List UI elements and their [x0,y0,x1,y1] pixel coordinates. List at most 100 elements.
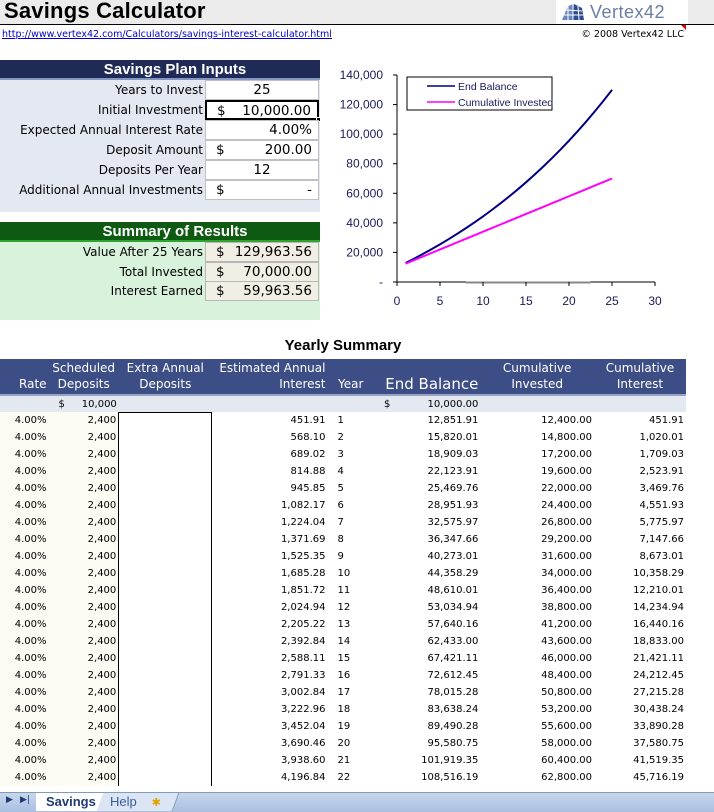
end-balance-cell: 78,015.28 [373,684,481,701]
header-line2: Deposits [139,377,192,391]
estimated-annual-interest-cell: 1,685.28 [211,565,328,582]
input-row: Additional Annual Investments $ - [0,180,320,200]
rate-cell: 4.00% [0,769,49,786]
end-balance-cell: 101,919.35 [373,752,481,769]
table-row: 4.00% 2,400 2,588.11 15 67,421.11 46,000.00 21… [0,650,686,667]
cumulative-invested-cell: 60,400.00 [480,752,594,769]
result-cell[interactable]: $70,000.00 [205,261,319,282]
extra-annual-deposits-cell[interactable] [118,684,213,701]
extra-annual-deposits-cell[interactable] [118,599,213,616]
scheduled-deposits-cell: 2,400 [48,497,119,514]
insert-sheet-tab[interactable]: ✱ [138,793,180,811]
rate-cell: 4.00% [0,701,49,718]
column-header-extra-annual-deposits[interactable]: Extra Annual Deposits [118,359,212,395]
cumulative-invested-cell: 55,600.00 [480,718,594,735]
header-line1: Cumulative [605,361,675,375]
extra-annual-deposits-cell[interactable] [118,514,213,531]
column-header-rate[interactable]: Rate [0,359,49,395]
extra-annual-deposits-cell[interactable] [118,531,213,548]
currency-symbol: $ [217,103,226,119]
sheet-tab-savings[interactable]: Savings [36,793,107,811]
extra-annual-deposits-cell[interactable] [118,411,213,429]
cumulative-interest-cell: 37,580.75 [594,735,686,752]
scheduled-deposits-cell: 2,400 [48,769,119,786]
cumulative-interest-cell: 27,215.28 [594,684,686,701]
extra-annual-deposits-cell[interactable] [118,446,213,463]
end-balance-cell: 89,490.28 [373,718,481,735]
year-cell: 22 [327,769,374,786]
input-cell[interactable]: 25 [205,80,319,100]
x-tick-label: 30 [648,294,662,308]
input-cell[interactable]: $ - [205,180,319,200]
extra-annual-deposits-cell[interactable] [118,752,213,769]
estimated-annual-interest-cell: 1,224.04 [211,514,328,531]
column-header-cumulative-invested[interactable]: Cumulative Invested [480,359,594,395]
column-header-scheduled-deposits[interactable]: Scheduled Deposits [48,359,119,395]
extra-annual-deposits-cell[interactable] [118,769,213,786]
result-cell[interactable]: $129,963.56 [205,242,319,262]
summary-of-results-panel: Summary of Results Value After 25 Years $… [0,222,320,320]
input-cell[interactable]: 4.00% [205,120,319,140]
scheduled-deposits-cell: 2,400 [48,633,119,650]
rate-cell: 4.00% [0,718,49,735]
result-cell[interactable]: $59,963.56 [205,281,319,301]
header-line2: Invested [511,377,563,391]
column-header-cumulative-interest[interactable]: Cumulative Interest [594,359,686,395]
currency-symbol: $ [216,244,225,260]
input-cell[interactable]: $200.00 [205,140,319,160]
result-value: 129,963.56 [234,244,312,260]
y-tick-label: 80,000 [346,157,383,171]
input-cell[interactable]: $10,000.00 [205,100,321,122]
result-label: Value After 25 Years [82,245,203,259]
cell [0,395,49,412]
extra-annual-deposits-cell[interactable] [118,582,213,599]
extra-annual-deposits-cell[interactable] [118,463,213,480]
cumulative-interest-cell: 24,212.45 [594,667,686,684]
result-label: Total Invested [119,264,203,279]
y-tick-label: 60,000 [346,186,383,200]
end-balance-cell: 36,347.66 [373,531,481,548]
extra-annual-deposits-cell[interactable] [118,565,213,582]
extra-annual-deposits-cell[interactable] [118,548,213,565]
calculator-url-link[interactable]: http://www.vertex42.com/Calculators/savi… [2,29,332,40]
extra-annual-deposits-cell[interactable] [118,735,213,752]
extra-annual-deposits-cell[interactable] [118,480,213,497]
result-value: 59,963.56 [243,283,312,299]
result-row: Interest Earned $59,963.56 [0,281,320,301]
rate-cell: 4.00% [0,752,49,769]
input-label: Years to Invest [115,83,203,97]
input-cell[interactable]: 12 [205,160,319,180]
column-header-estimated-annual-interest[interactable]: Estimated Annual Interest [211,359,328,395]
extra-annual-deposits-cell[interactable] [118,616,213,633]
extra-annual-deposits-cell[interactable] [118,667,213,684]
estimated-annual-interest-cell: 945.85 [211,480,328,497]
estimated-annual-interest-cell: 1,371.69 [211,531,328,548]
column-header-year[interactable]: Year [327,359,374,395]
estimated-annual-interest-cell: 3,002.84 [211,684,328,701]
extra-annual-deposits-cell[interactable] [118,650,213,667]
extra-annual-deposits-cell[interactable] [118,633,213,650]
input-value: - [307,182,312,198]
extra-annual-deposits-cell[interactable] [118,429,213,446]
yearly-summary-table: Rate Scheduled Deposits Extra Annual Deposit… [0,359,686,786]
cumulative-invested-cell: 29,200.00 [480,531,594,548]
next-sheet-button[interactable]: ▶ [6,795,13,805]
estimated-annual-interest-cell: 2,205.22 [211,616,328,633]
cumulative-interest-cell: 30,438.24 [594,701,686,718]
cumulative-interest-cell: 41,519.35 [594,752,686,769]
end-balance-cell: 44,358.29 [373,565,481,582]
legend-label: Cumulative Invested [458,97,553,109]
extra-annual-deposits-cell[interactable] [118,701,213,718]
end-balance-cell: 53,034.94 [373,599,481,616]
savings-growth-chart: - 20,000 40,000 60,000 80,000 100,000 120,000 1… [340,68,662,308]
cumulative-interest-cell: 21,421.11 [594,650,686,667]
extra-annual-deposits-cell[interactable] [118,497,213,514]
table-row: 4.00% 2,400 2,791.33 16 72,612.45 48,400.00 24… [0,667,686,684]
extra-annual-deposits-cell[interactable] [118,718,213,735]
last-sheet-button[interactable]: ▶| [20,795,30,805]
column-header-end-balance[interactable]: End Balance [373,359,481,395]
table-header-row: Rate Scheduled Deposits Extra Annual Deposit… [0,359,686,395]
vertex42-logo[interactable]: Vertex42 [556,0,688,24]
cell [480,395,594,412]
result-value: 70,000.00 [243,263,312,280]
